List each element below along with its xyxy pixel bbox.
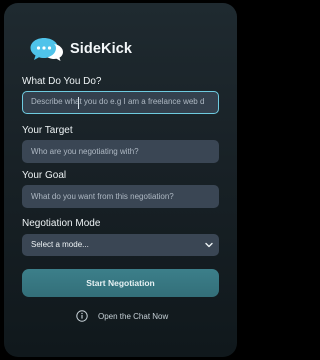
what-you-do-label: What Do You Do? [22, 76, 102, 87]
header: SideKick [30, 35, 132, 63]
open-chat-link[interactable]: Open the Chat Now [76, 309, 168, 323]
mode-selected-value: Select a mode... [31, 240, 89, 249]
target-label: Your Target [22, 125, 73, 136]
chat-bubble-logo-icon [30, 35, 64, 63]
info-icon [76, 310, 88, 322]
sidekick-panel: SideKick What Do You Do? Describe what y… [4, 3, 237, 357]
goal-input[interactable]: What do you want from this negotiation? [22, 185, 219, 208]
app-title: SideKick [70, 41, 133, 57]
open-chat-label: Open the Chat Now [98, 311, 169, 321]
target-input[interactable]: Who are you negotiating with? [22, 140, 219, 163]
what-you-do-placeholder: Describe what you do e.g I am a freelanc… [31, 97, 205, 106]
text-cursor [78, 97, 79, 109]
mode-label: Negotiation Mode [22, 218, 101, 229]
goal-label: Your Goal [22, 170, 67, 181]
chevron-down-icon [205, 242, 213, 248]
mode-select[interactable]: Select a mode... [22, 234, 219, 256]
target-placeholder: Who are you negotiating with? [31, 147, 139, 156]
start-negotiation-button[interactable]: Start Negotiation [22, 269, 219, 297]
what-you-do-input[interactable]: Describe what you do e.g I am a freelanc… [22, 91, 219, 114]
goal-placeholder: What do you want from this negotiation? [31, 192, 174, 201]
